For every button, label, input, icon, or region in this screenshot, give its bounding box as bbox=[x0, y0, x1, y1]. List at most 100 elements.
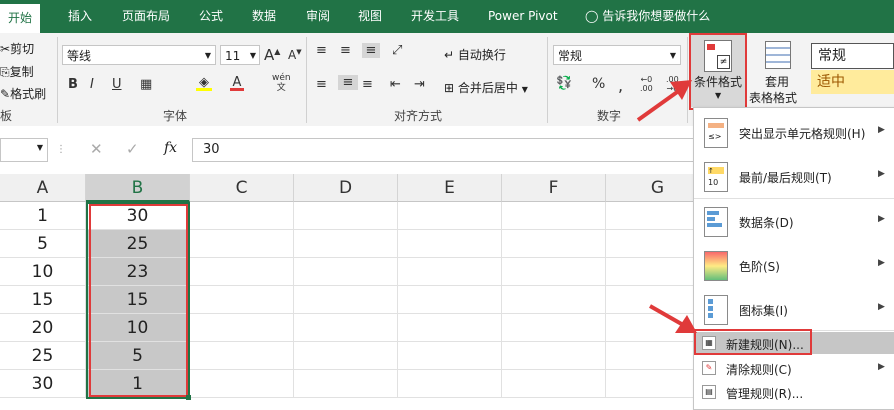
cell-a[interactable]: 15 bbox=[0, 286, 86, 314]
empty-cell[interactable] bbox=[294, 286, 398, 314]
tab-home[interactable]: 开始 bbox=[0, 4, 41, 33]
format-as-table-button[interactable]: 套用 表格格式 bbox=[749, 37, 803, 107]
cancel-icon[interactable]: ✕ bbox=[90, 140, 103, 158]
menu-item-icon-sets[interactable]: 图标集(I) ▶ bbox=[694, 289, 894, 329]
menu-item-manage-rules[interactable]: ▤ 管理规则(R)... bbox=[694, 381, 894, 403]
phonetic-icon[interactable]: wén 文 bbox=[272, 73, 291, 93]
empty-cell[interactable] bbox=[502, 314, 606, 342]
cut-button[interactable]: ✂剪切 bbox=[0, 40, 34, 57]
empty-cell[interactable] bbox=[190, 230, 294, 258]
tab-formulas[interactable]: 公式 bbox=[199, 0, 223, 33]
group-divider bbox=[547, 37, 548, 123]
empty-cell[interactable] bbox=[190, 202, 294, 230]
menu-item-data-bars[interactable]: 数据条(D) ▶ bbox=[694, 201, 894, 241]
tab-developer[interactable]: 开发工具 bbox=[411, 0, 459, 33]
empty-cell[interactable] bbox=[398, 230, 502, 258]
increase-indent-icon[interactable]: ⇥ bbox=[414, 77, 425, 92]
wrap-text-button[interactable]: ↵ 自动换行 bbox=[444, 46, 506, 63]
comma-style-button[interactable]: , bbox=[618, 76, 623, 95]
empty-cell[interactable] bbox=[398, 342, 502, 370]
column-header-d[interactable]: D bbox=[294, 174, 398, 202]
number-format-select[interactable]: 常规 ▼ bbox=[553, 45, 681, 65]
enter-icon[interactable]: ✓ bbox=[126, 140, 139, 158]
empty-cell[interactable] bbox=[398, 286, 502, 314]
increase-font-size-icon[interactable]: A▲ bbox=[264, 46, 280, 64]
empty-cell[interactable] bbox=[502, 342, 606, 370]
empty-cell[interactable] bbox=[294, 202, 398, 230]
empty-cell[interactable] bbox=[190, 258, 294, 286]
tab-view[interactable]: 视图 bbox=[358, 0, 382, 33]
menu-item-color-scales[interactable]: 色阶(S) ▶ bbox=[694, 245, 894, 285]
style-neutral-cell[interactable]: 适中 bbox=[811, 70, 894, 94]
align-right-icon[interactable]: ≡ bbox=[362, 77, 373, 92]
merge-center-button[interactable]: ⊞ 合并后居中 ▼ bbox=[444, 79, 528, 96]
tab-insert[interactable]: 插入 bbox=[68, 0, 92, 33]
empty-cell[interactable] bbox=[294, 342, 398, 370]
empty-cell[interactable] bbox=[294, 370, 398, 398]
underline-button[interactable]: U bbox=[112, 77, 122, 92]
font-color-icon[interactable]: A bbox=[230, 75, 244, 91]
cell-a[interactable]: 25 bbox=[0, 342, 86, 370]
column-header-a[interactable]: A bbox=[0, 174, 86, 202]
cell-a[interactable]: 10 bbox=[0, 258, 86, 286]
align-top-icon[interactable]: ≡ bbox=[316, 43, 327, 58]
tab-data[interactable]: 数据 bbox=[252, 0, 276, 33]
empty-cell[interactable] bbox=[294, 230, 398, 258]
merge-icon: ⊞ bbox=[444, 81, 455, 95]
borders-icon[interactable]: ▦ bbox=[140, 77, 152, 92]
empty-cell[interactable] bbox=[502, 230, 606, 258]
align-middle-icon[interactable]: ≡ bbox=[340, 43, 351, 58]
tab-page-layout[interactable]: 页面布局 bbox=[122, 0, 170, 33]
menu-item-highlight-rules[interactable]: ≤> 突出显示单元格规则(H) ▶ bbox=[694, 112, 894, 152]
empty-cell[interactable] bbox=[502, 258, 606, 286]
font-size-select[interactable]: 11 ▼ bbox=[220, 45, 260, 65]
tell-me-search[interactable]: ◯ 告诉我你想要做什么 bbox=[585, 0, 710, 33]
empty-cell[interactable] bbox=[502, 370, 606, 398]
empty-cell[interactable] bbox=[398, 202, 502, 230]
empty-cell[interactable] bbox=[398, 314, 502, 342]
cell-a[interactable]: 1 bbox=[0, 202, 86, 230]
tab-power-pivot[interactable]: Power Pivot bbox=[488, 0, 558, 33]
bold-button[interactable]: B bbox=[68, 77, 78, 92]
splitter-icon[interactable]: ⋮ bbox=[56, 144, 66, 155]
empty-cell[interactable] bbox=[190, 286, 294, 314]
empty-cell[interactable] bbox=[190, 370, 294, 398]
empty-cell[interactable] bbox=[294, 314, 398, 342]
column-header-f[interactable]: F bbox=[502, 174, 606, 202]
copy-button[interactable]: ⎘复制 bbox=[0, 63, 34, 80]
empty-cell[interactable] bbox=[398, 258, 502, 286]
decrease-indent-icon[interactable]: ⇤ bbox=[390, 77, 401, 92]
align-center-icon[interactable]: ≡ bbox=[338, 75, 358, 90]
align-left-icon[interactable]: ≡ bbox=[316, 77, 327, 92]
column-header-c[interactable]: C bbox=[190, 174, 294, 202]
empty-cell[interactable] bbox=[190, 342, 294, 370]
empty-cell[interactable] bbox=[294, 258, 398, 286]
orientation-icon[interactable]: ⤢ bbox=[392, 43, 402, 58]
percent-button[interactable]: % bbox=[592, 76, 605, 92]
fill-handle[interactable] bbox=[186, 395, 191, 400]
column-header-b[interactable]: B bbox=[86, 174, 190, 202]
highlight-selected-range bbox=[89, 204, 188, 397]
menu-item-top-bottom-rules[interactable]: ↑ 10 最前/最后规则(T) ▶ bbox=[694, 156, 894, 196]
style-normal-cell[interactable]: 常规 bbox=[811, 43, 894, 69]
empty-cell[interactable] bbox=[190, 314, 294, 342]
insert-function-button[interactable]: fx bbox=[164, 140, 177, 156]
fill-color-icon[interactable]: ◈ bbox=[196, 75, 212, 91]
format-painter-button[interactable]: ✎格式刷 bbox=[0, 85, 46, 102]
cell-a[interactable]: 30 bbox=[0, 370, 86, 398]
cell-a[interactable]: 5 bbox=[0, 230, 86, 258]
empty-cell[interactable] bbox=[502, 286, 606, 314]
currency-icon[interactable]: 💱 bbox=[556, 76, 572, 91]
chevron-right-icon: ▶ bbox=[878, 125, 885, 135]
name-box[interactable]: ▼ bbox=[0, 138, 48, 162]
tab-review[interactable]: 审阅 bbox=[306, 0, 330, 33]
italic-button[interactable]: I bbox=[90, 77, 94, 92]
empty-cell[interactable] bbox=[502, 202, 606, 230]
align-bottom-icon[interactable]: ≡ bbox=[362, 43, 380, 58]
decrease-font-size-icon[interactable]: A▼ bbox=[288, 48, 302, 62]
cell-a[interactable]: 20 bbox=[0, 314, 86, 342]
menu-item-clear-rules[interactable]: ✎ 清除规则(C) ▶ bbox=[694, 357, 894, 379]
font-name-select[interactable]: 等线 ▼ bbox=[62, 45, 216, 65]
empty-cell[interactable] bbox=[398, 370, 502, 398]
column-header-e[interactable]: E bbox=[398, 174, 502, 202]
